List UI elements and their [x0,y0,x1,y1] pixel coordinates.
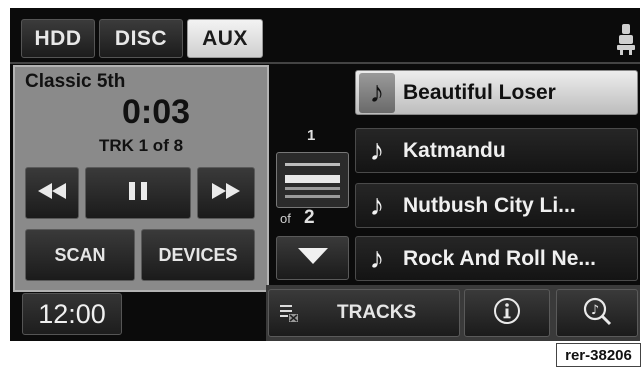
scan-button[interactable]: SCAN [25,229,135,281]
tracks-button[interactable]: TRACKS [268,289,460,337]
track-item[interactable]: ♪ Katmandu [355,128,638,173]
track-title: Katmandu [403,138,506,162]
radio-screen: HDD DISC AUX Classic 5th 0:03 TRK 1 of 8 [10,8,640,341]
tab-hdd[interactable]: HDD [21,19,95,58]
pause-button[interactable] [85,167,191,219]
info-button[interactable] [464,289,550,337]
tab-aux[interactable]: AUX [187,19,263,58]
music-note-icon: ♪ [369,188,385,222]
track-item[interactable]: ♪ Beautiful Loser [355,70,638,115]
top-divider [10,62,640,64]
rewind-icon [37,182,67,205]
music-note-icon: ♪ [369,241,385,275]
music-search-icon: ♪ [582,296,612,331]
page-of-label: of [280,211,291,226]
music-note-icon: ♪ [359,72,395,113]
track-title: Beautiful Loser [403,80,556,104]
page-thumbnail[interactable] [276,152,349,208]
elapsed-time: 0:03 [121,93,191,131]
track-title: Rock And Roll Ne... [403,246,596,270]
track-title: Nutbush City Li... [403,193,576,217]
track-item[interactable]: ♪ Rock And Roll Ne... [355,236,638,281]
now-playing-title: Classic 5th [25,71,126,92]
pause-icon [127,181,149,206]
track-item[interactable]: ♪ Nutbush City Li... [355,183,638,228]
total-pages-number: 2 [304,207,315,228]
clock-display[interactable]: 12:00 [22,293,122,335]
devices-button[interactable]: DEVICES [141,229,255,281]
fast-forward-button[interactable] [197,167,255,219]
tab-disc[interactable]: DISC [99,19,183,58]
rewind-button[interactable] [25,167,79,219]
fast-forward-icon [211,182,241,205]
svg-text:♪: ♪ [591,303,599,318]
seat-icon[interactable] [616,22,636,56]
now-playing-panel: Classic 5th 0:03 TRK 1 of 8 SCAN DEVICES [13,65,269,292]
tracks-label: TRACKS [337,302,417,323]
info-icon [493,297,521,330]
track-counter: TRK 1 of 8 [98,136,184,155]
current-page-number: 1 [307,127,316,144]
reference-code: rer-38206 [556,343,641,367]
tracks-list-icon [279,303,299,323]
down-arrow-icon [297,247,329,270]
music-search-button[interactable]: ♪ [556,289,638,337]
music-note-icon: ♪ [369,133,385,167]
page-down-button[interactable] [276,236,349,280]
